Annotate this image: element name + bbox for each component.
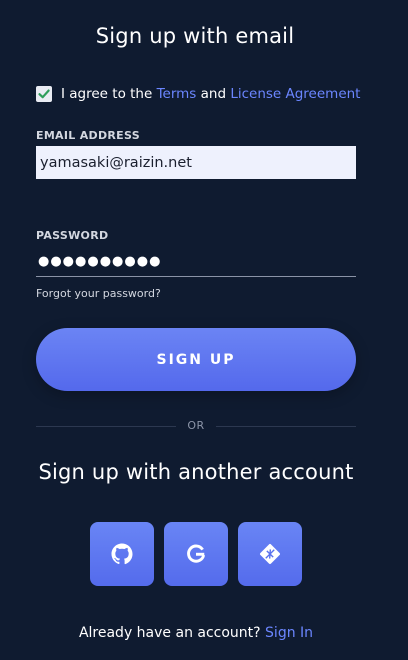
agreement-conjunction: and xyxy=(196,86,231,102)
page-title: Sign up with email xyxy=(95,24,295,48)
sign-in-link[interactable]: Sign In xyxy=(265,625,313,641)
agreement-row: I agree to the Terms and License Agreeme… xyxy=(36,84,360,104)
checkmark-icon xyxy=(38,89,50,99)
github-signup-button[interactable] xyxy=(90,522,154,586)
divider-right xyxy=(216,426,356,427)
netlify-icon xyxy=(260,544,280,564)
social-heading: Sign up with another account xyxy=(38,460,354,484)
email-label: EMAIL ADDRESS xyxy=(36,129,140,142)
netlify-signup-button[interactable] xyxy=(238,522,302,586)
google-signup-button[interactable] xyxy=(164,522,228,586)
password-label: PASSWORD xyxy=(36,229,109,242)
forgot-password-link[interactable]: Forgot your password? xyxy=(36,287,161,300)
google-icon xyxy=(187,544,206,563)
agreement-prefix: I agree to the xyxy=(61,86,157,102)
email-input[interactable] xyxy=(36,146,356,179)
password-input[interactable] xyxy=(36,246,356,277)
sign-in-prompt-text: Already have an account? xyxy=(78,625,266,641)
terms-link[interactable]: Terms xyxy=(157,86,197,102)
github-icon xyxy=(111,543,133,565)
license-agreement-link[interactable]: License Agreement xyxy=(230,86,360,102)
sign-up-button[interactable]: SIGN UP xyxy=(36,328,356,391)
sign-in-prompt: Already have an account? Sign In xyxy=(0,625,392,641)
agreement-text: I agree to the Terms and License Agreeme… xyxy=(61,86,360,102)
agree-checkbox[interactable] xyxy=(36,86,52,102)
or-divider-text: OR xyxy=(187,419,205,432)
divider-left xyxy=(36,426,176,427)
